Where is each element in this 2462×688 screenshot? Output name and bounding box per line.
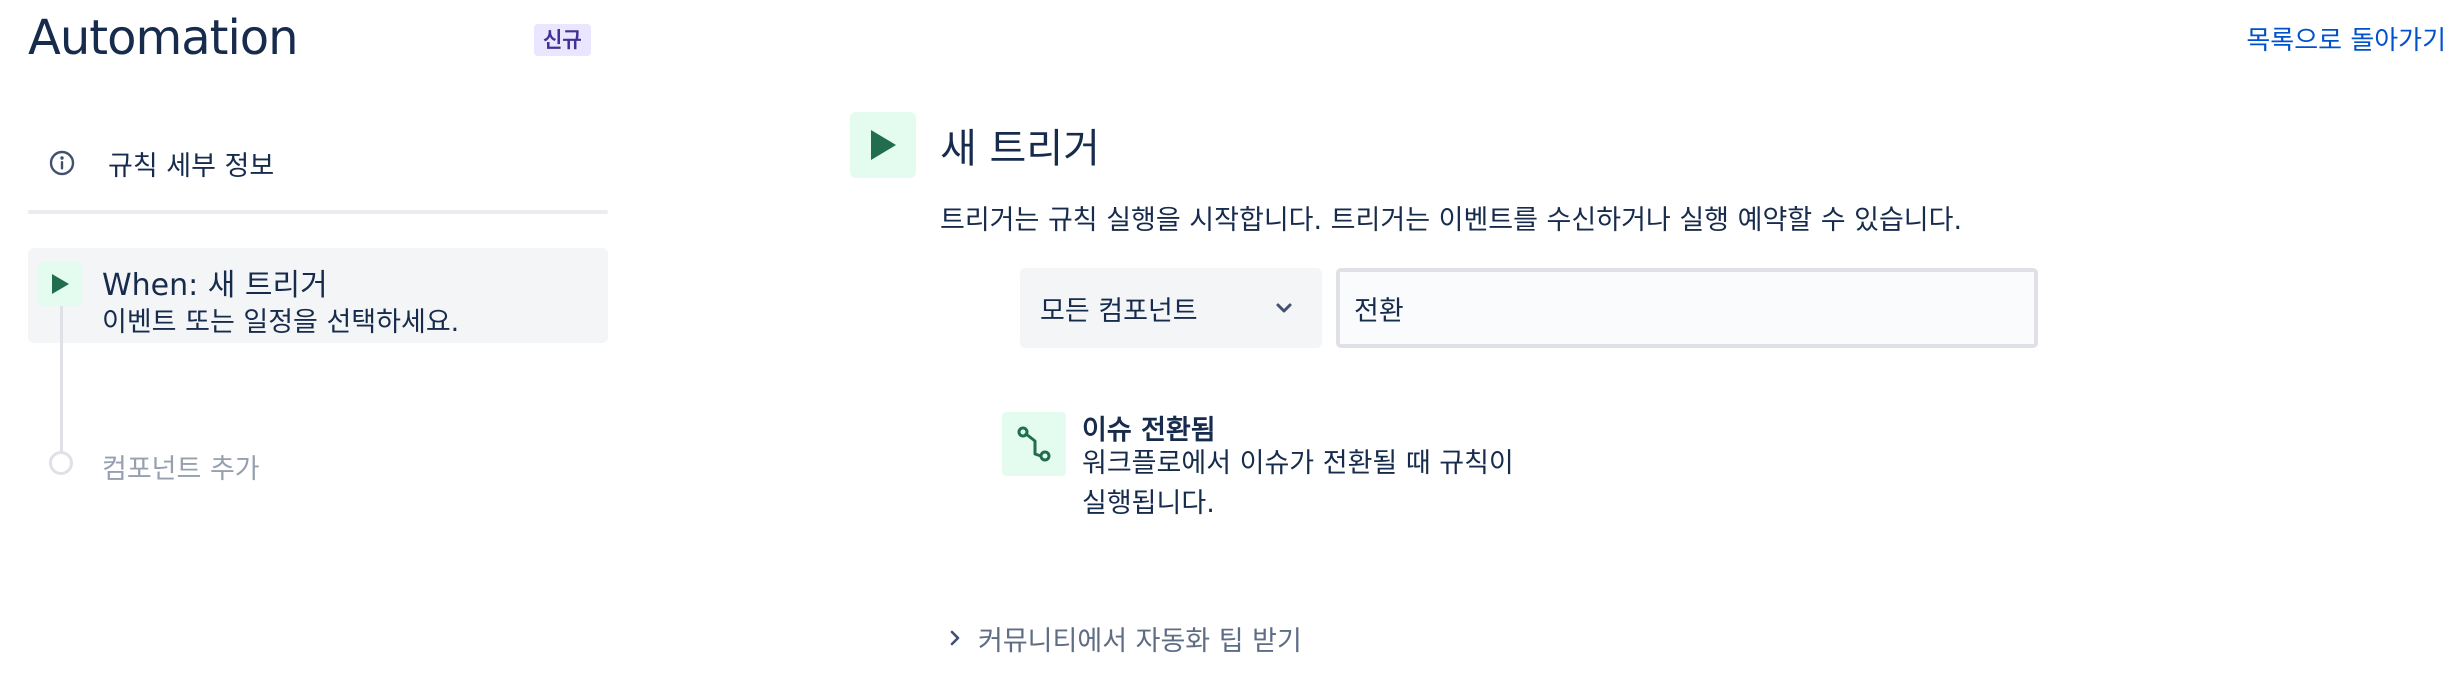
divider bbox=[28, 210, 608, 214]
trigger-search-input[interactable] bbox=[1336, 268, 2038, 348]
rule-details-item[interactable]: 규칙 세부 정보 bbox=[28, 140, 608, 186]
add-component-dot[interactable] bbox=[49, 451, 73, 475]
new-badge: 신규 bbox=[534, 24, 591, 56]
community-tips-toggle[interactable]: 커뮤니티에서 자동화 팁 받기 bbox=[944, 618, 1302, 658]
trigger-option-title: 이슈 전환됨 bbox=[1082, 415, 1216, 446]
trigger-heading: 새 트리거 bbox=[940, 126, 1100, 172]
back-to-list-link[interactable]: 목록으로 돌아가기 bbox=[2246, 20, 2446, 57]
when-title: When: 새 트리거 bbox=[102, 268, 328, 303]
play-icon bbox=[38, 262, 82, 306]
automation-page: Automation 신규 목록으로 돌아가기 규칙 세부 정보 When: 새… bbox=[0, 0, 2462, 688]
page-title: Automation bbox=[28, 10, 299, 66]
add-component-label[interactable]: 컴포넌트 추가 bbox=[102, 447, 260, 486]
community-tips-label: 커뮤니티에서 자동화 팁 받기 bbox=[978, 625, 1302, 657]
transition-icon bbox=[1002, 412, 1066, 476]
component-filter-select[interactable]: 모든 컴포넌트 bbox=[1020, 268, 1322, 348]
when-subtitle: 이벤트 또는 일정을 선택하세요. bbox=[102, 307, 460, 338]
trigger-option-issue-transitioned[interactable]: 이슈 전환됨 워크플로에서 이슈가 전환될 때 규칙이 실행됩니다. bbox=[1002, 408, 1562, 528]
rule-details-label: 규칙 세부 정보 bbox=[108, 150, 275, 182]
rail-connector bbox=[60, 306, 63, 452]
chevron-right-icon bbox=[950, 630, 960, 646]
trigger-description: 트리거는 규칙 실행을 시작합니다. 트리거는 이벤트를 수신하거나 실행 예약… bbox=[940, 205, 1963, 236]
play-icon bbox=[850, 112, 916, 178]
info-icon bbox=[42, 143, 82, 183]
chevron-down-icon bbox=[1276, 303, 1292, 313]
component-filter-value: 모든 컴포넌트 bbox=[1040, 295, 1198, 327]
trigger-option-description: 워크플로에서 이슈가 전환될 때 규칙이 실행됩니다. bbox=[1082, 448, 1514, 519]
when-trigger-item[interactable]: When: 새 트리거 이벤트 또는 일정을 선택하세요. bbox=[28, 248, 608, 343]
